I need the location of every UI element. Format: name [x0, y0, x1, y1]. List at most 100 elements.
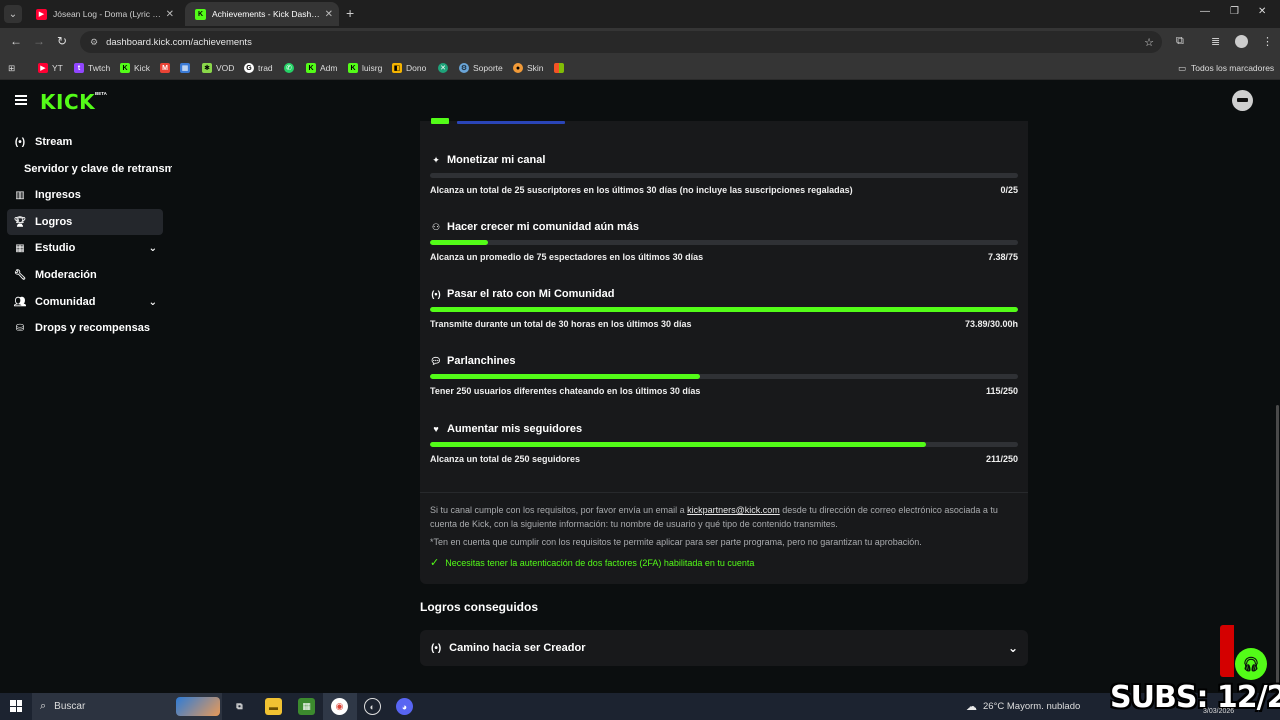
- url-text: dashboard.kick.com/achievements: [106, 36, 252, 48]
- sidebar-item-comunidad[interactable]: 👥︎ Comunidad ⌄: [7, 289, 163, 315]
- partner-email-link[interactable]: kickpartners@kick.com: [687, 505, 780, 515]
- bookmark-label: trad: [258, 63, 273, 73]
- bookmark-whatsapp[interactable]: ✆: [284, 61, 298, 75]
- sidebar-item-stream[interactable]: (•) Stream: [7, 129, 163, 155]
- accordion-title: Camino hacia ser Creador: [449, 642, 586, 654]
- vod-icon: ✱: [202, 63, 212, 73]
- xbox-icon: ✕: [438, 63, 448, 73]
- subs-counter-overlay: SUBS: 12/25: [1110, 680, 1280, 715]
- sidebar-item-label: Logros: [35, 216, 73, 228]
- bookmark-gmail[interactable]: M: [160, 61, 174, 75]
- bookmark-dono[interactable]: ◧ Dono: [392, 61, 426, 75]
- achievement-title-text: Aumentar mis seguidores: [447, 423, 583, 435]
- progress-bar: [430, 442, 1018, 447]
- google-icon: G: [244, 63, 254, 73]
- chrome-icon[interactable]: ◉: [331, 698, 348, 715]
- kick-icon: K: [348, 63, 358, 73]
- bookmark-kick[interactable]: K Kick: [120, 61, 150, 75]
- bookmark-vod[interactable]: ✱ VOD: [202, 61, 234, 75]
- heart-icon: ♥: [433, 424, 439, 434]
- achievement-description: Tener 250 usuarios diferentes chateando …: [430, 386, 701, 396]
- bookmark-luisrg[interactable]: Kluisrg: [348, 61, 382, 75]
- sidebar-item-logros[interactable]: 🏆︎ Logros: [7, 209, 163, 235]
- people-icon: 👥︎: [13, 296, 27, 308]
- new-tab-plus-icon[interactable]: +: [346, 5, 354, 21]
- partner-note-text: *Ten en cuenta que cumplir con los requi…: [430, 537, 922, 547]
- sidebar: (•) Stream Servidor y clave de retransmi…: [0, 121, 172, 693]
- sidebar-item-ingresos[interactable]: ▥ Ingresos: [7, 182, 163, 208]
- bookmark-yt[interactable]: ▶ YT: [38, 61, 63, 75]
- reload-icon[interactable]: ↻: [57, 34, 67, 48]
- sidebar-item-moderacion[interactable]: 🔧︎ Moderación: [7, 262, 163, 288]
- chevron-down-icon[interactable]: ⌄: [1008, 641, 1018, 655]
- discord-icon[interactable]: ◕: [396, 698, 413, 715]
- apps-grid-icon[interactable]: ⊞: [8, 61, 15, 75]
- progress-fill: [430, 374, 701, 379]
- close-icon[interactable]: ✕: [166, 9, 174, 20]
- scrollbar[interactable]: [1276, 405, 1279, 690]
- dashboard-header: KICK BETA: [0, 81, 1280, 121]
- close-icon[interactable]: ✕: [325, 9, 333, 20]
- completed-achievement-accordion[interactable]: (•) Camino hacia ser Creador ⌄: [420, 630, 1028, 666]
- chevron-down-icon[interactable]: ⌄: [149, 297, 157, 308]
- bookmark-microsoft[interactable]: [554, 61, 568, 75]
- minecraft-icon[interactable]: ▦: [298, 698, 315, 715]
- broadcast-icon: (•): [431, 289, 441, 299]
- extensions-icon[interactable]: ⧉: [1176, 35, 1184, 48]
- bookmarks-bar: ⊞ ▶ YT t Twtch K Kick M ▦ ✱ VOD Gtrad ✆ K Adm…: [0, 56, 1280, 80]
- more-menu-icon[interactable]: ⋮: [1262, 35, 1273, 48]
- achievement-title: ⚇ Hacer crecer mi comunidad aún más: [430, 221, 639, 233]
- hamburger-menu-icon[interactable]: [15, 95, 27, 105]
- browser-tab-kick[interactable]: K Achievements - Kick Dashboard ✕: [185, 2, 339, 26]
- help-chat-icon[interactable]: 🎧︎: [1235, 648, 1267, 680]
- forward-arrow-icon[interactable]: →: [33, 34, 45, 48]
- bookmark-twitch[interactable]: t Twtch: [74, 61, 110, 75]
- sidebar-item-estudio[interactable]: ▦ Estudio ⌄: [7, 235, 163, 261]
- restore-icon[interactable]: ❐: [1230, 6, 1239, 17]
- bookmark-label: VOD: [216, 63, 235, 73]
- sidebar-item-drops[interactable]: ⛁ Drops y recompensas: [7, 315, 163, 341]
- weather-widget[interactable]: ☁ 26°C Mayorm. nublado: [966, 700, 1080, 713]
- bookmark-adm[interactable]: K Adm: [306, 61, 337, 75]
- all-bookmarks-folder[interactable]: ▭ Todos los marcadores: [1178, 61, 1274, 75]
- achievement-description: Alcanza un total de 25 suscriptores en l…: [430, 185, 853, 195]
- kick-icon: K: [120, 63, 130, 73]
- browser-tab-youtube[interactable]: ▶ Jósean Log - Doma (Lyric Video) ✕: [26, 2, 180, 26]
- window-close-icon[interactable]: ✕: [1258, 6, 1266, 17]
- back-arrow-icon[interactable]: ←: [10, 34, 22, 48]
- bookmark-calendar[interactable]: ▦: [180, 61, 194, 75]
- progress-fill: [430, 307, 1018, 312]
- bookmark-star-icon[interactable]: ☆: [1144, 36, 1154, 49]
- bookmark-skin[interactable]: ● Skin: [513, 61, 544, 75]
- youtube-icon: ▶: [38, 63, 48, 73]
- task-view-icon[interactable]: ⧉: [231, 698, 248, 715]
- chevron-down-icon[interactable]: ⌄: [149, 243, 157, 254]
- twofa-text: Necesitas tener la autenticación de dos …: [445, 557, 755, 568]
- file-explorer-icon[interactable]: ▬: [265, 698, 282, 715]
- achievement-description: Transmite durante un total de 30 horas e…: [430, 319, 692, 329]
- bookmark-xbox[interactable]: ✕: [438, 61, 452, 75]
- profile-avatar-icon[interactable]: [1235, 35, 1248, 48]
- achievement-title: (•) Pasar el rato con Mi Comunidad: [430, 288, 614, 300]
- user-avatar[interactable]: [1232, 90, 1253, 111]
- tab-title: Achievements - Kick Dashboard: [212, 9, 321, 19]
- broadcast-icon: (•): [431, 642, 442, 654]
- site-info-icon[interactable]: ⚙: [90, 37, 98, 48]
- achievement-value: 73.89/30.00h: [964, 319, 1018, 329]
- url-input[interactable]: ⚙ dashboard.kick.com/achievements ☆: [80, 31, 1162, 53]
- twofa-requirement: ✓ Necesitas tener la autenticación de do…: [430, 556, 754, 569]
- media-controls-icon[interactable]: ≣: [1211, 35, 1220, 48]
- bookmark-trad[interactable]: Gtrad: [244, 61, 273, 75]
- tab-search-chevron-icon[interactable]: ⌄: [4, 5, 22, 23]
- bookmark-soporte[interactable]: ⚙ Soporte: [459, 61, 503, 75]
- windows-start-icon[interactable]: [10, 700, 22, 712]
- windows-taskbar: ⌕ Buscar ⧉ ▬ ▦ ◉ ◐ ◕ ☁ 26°C Mayorm. nubl…: [0, 693, 1280, 720]
- sidebar-subitem-stream-key[interactable]: Servidor y clave de retransmisión: [24, 163, 172, 175]
- check-icon: ✓: [430, 557, 440, 569]
- obs-icon[interactable]: ◐: [364, 698, 381, 715]
- minimize-icon[interactable]: —: [1200, 6, 1210, 17]
- achievement-title-text: Pasar el rato con Mi Comunidad: [447, 288, 615, 300]
- kick-logo[interactable]: KICK: [40, 90, 95, 114]
- search-highlight-art: [176, 697, 220, 716]
- chart-icon: ▥: [15, 189, 25, 201]
